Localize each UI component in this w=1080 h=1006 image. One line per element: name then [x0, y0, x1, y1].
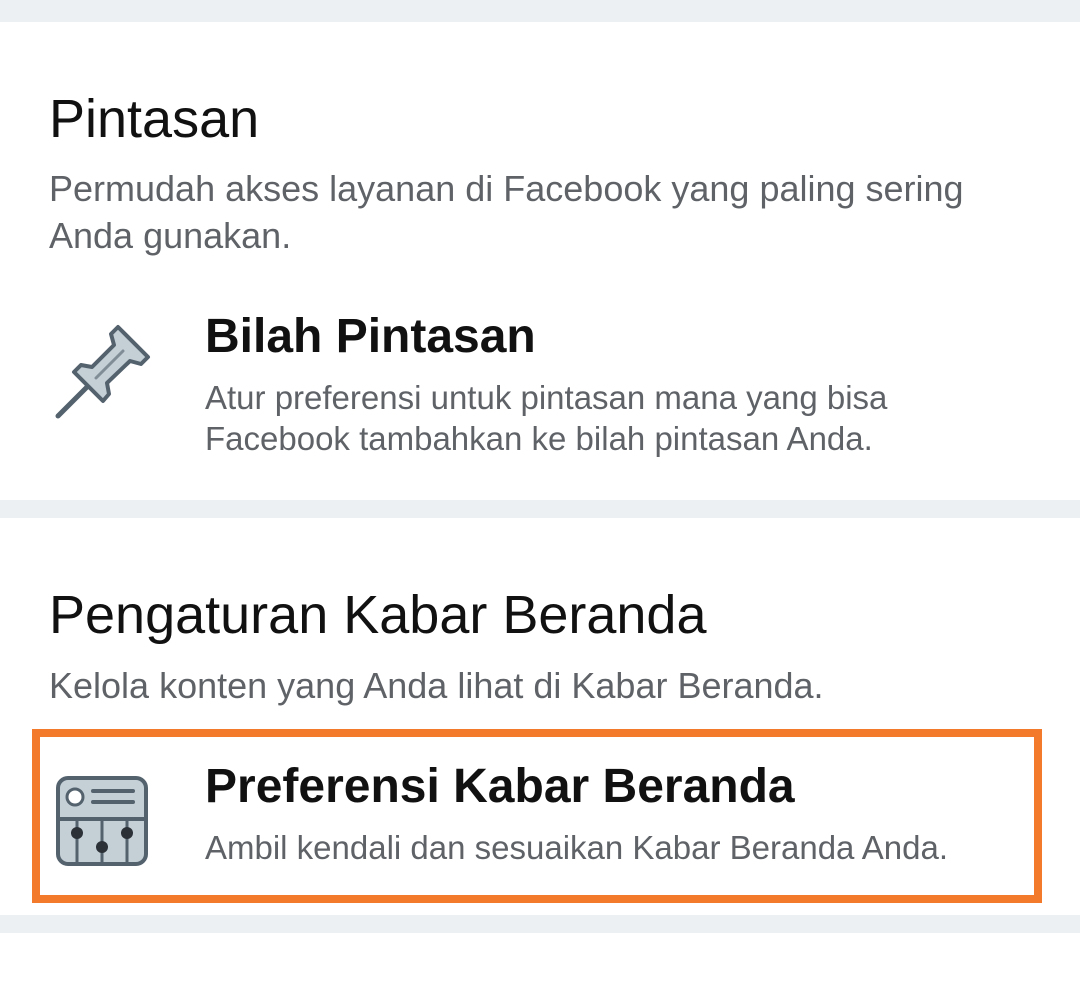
shortcuts-section-title: Pintasan — [49, 89, 260, 149]
shortcuts-section-description: Permudah akses layanan di Facebook yang … — [49, 168, 964, 256]
section-divider — [0, 500, 1080, 518]
shortcut-bar-description: Atur preferensi untuk pintasan mana yang… — [205, 379, 888, 457]
shortcut-bar-title: Bilah Pintasan — [205, 310, 536, 363]
next-section-title-partial — [49, 985, 529, 1006]
news-feed-section-description: Kelola konten yang Anda lihat di Kabar B… — [49, 665, 824, 706]
section-divider — [0, 0, 1080, 22]
settings-page: Pintasan Permudah akses layanan di Faceb… — [0, 0, 1080, 1006]
shortcut-bar-item[interactable]: Bilah Pintasan Atur preferensi untuk pin… — [40, 300, 1040, 470]
highlight-box — [32, 729, 1042, 903]
section-divider — [0, 915, 1080, 933]
news-feed-section-title: Pengaturan Kabar Beranda — [49, 585, 707, 645]
pushpin-icon — [50, 320, 155, 425]
